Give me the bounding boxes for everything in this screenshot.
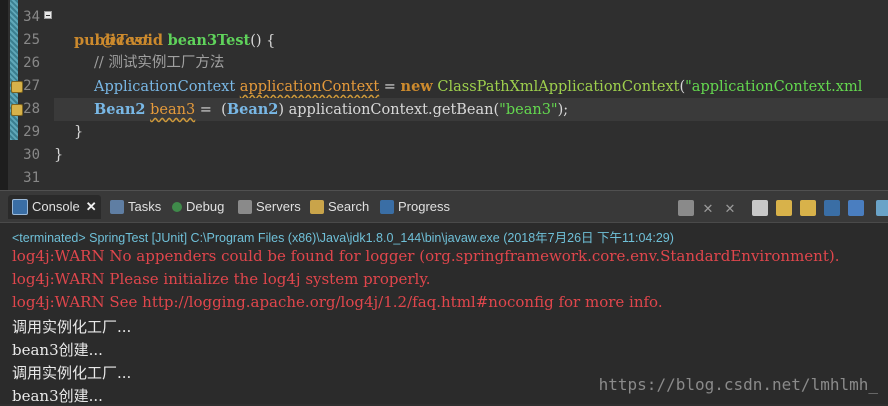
console-output[interactable]: <terminated> SpringTest [JUnit] C:\Progr…: [0, 222, 888, 405]
code-token: () {: [250, 33, 276, 49]
line-number: 34: [23, 9, 40, 25]
fold-collapse-icon[interactable]: [44, 11, 52, 19]
tasks-icon: [110, 200, 124, 214]
console-line: 调用实例化工厂...: [12, 318, 132, 336]
type-token: Bean2: [226, 101, 279, 118]
variable-token: applicationContext: [239, 79, 380, 95]
remove-all-terminated-icon[interactable]: ✕: [722, 200, 738, 216]
type-token: Bean2: [94, 101, 146, 118]
tab-label: Tasks: [128, 199, 162, 214]
tab-label: Search: [328, 199, 370, 214]
line-number: 26: [23, 55, 40, 71]
warning-marker-icon[interactable]: [11, 81, 23, 93]
string-token: "applicationContext.xml: [685, 79, 863, 95]
keyword-token: public: [74, 32, 125, 49]
code-token: = (: [195, 102, 227, 118]
line-number: 31: [23, 170, 40, 186]
open-console-icon[interactable]: [876, 200, 888, 216]
code-token: }: [54, 147, 64, 163]
clear-console-icon[interactable]: [752, 200, 768, 216]
warning-marker-icon[interactable]: [11, 104, 23, 116]
tab-servers[interactable]: Servers: [238, 197, 301, 217]
tab-label: Debug: [186, 199, 225, 214]
keyword-token: void: [129, 32, 164, 49]
watermark-text: https://blog.csdn.net/lmhlmh_: [598, 375, 878, 394]
bug-icon: [172, 202, 182, 212]
tab-label: Servers: [256, 199, 301, 214]
remove-launch-icon[interactable]: ✕: [700, 200, 716, 216]
code-line: @Test: [74, 6, 150, 49]
variable-token: bean3: [150, 102, 196, 118]
code-line: }: [54, 144, 63, 167]
progress-icon: [380, 200, 394, 214]
class-token: ClassPathXmlApplicationContext: [437, 79, 680, 95]
line-number: 30: [23, 147, 40, 163]
terminate-button-icon[interactable]: [678, 200, 694, 216]
line-number: 25: [23, 32, 40, 48]
code-line: }: [74, 121, 83, 144]
tab-console[interactable]: Console ✕: [8, 195, 101, 219]
display-selected-console-icon[interactable]: [848, 200, 864, 216]
tab-progress[interactable]: Progress: [380, 197, 450, 217]
servers-icon: [238, 200, 252, 214]
process-status-line: <terminated> SpringTest [JUnit] C:\Progr…: [12, 231, 674, 245]
keyword-token: new: [400, 78, 433, 95]
editor-left-border: [0, 0, 8, 190]
console-line: 调用实例化工厂...: [12, 364, 132, 382]
line-number: 29: [23, 124, 40, 140]
pin-console-icon[interactable]: [824, 200, 840, 216]
code-editor[interactable]: 34 25 26 27 28 29 30 31 @Test public voi…: [0, 0, 888, 190]
word-wrap-icon[interactable]: [800, 200, 816, 216]
code-line: // 测试实例工厂方法: [94, 52, 224, 75]
code-line: public void bean3Test() {: [74, 29, 275, 52]
code-token: ) applicationContext.getBean(: [278, 102, 500, 118]
close-icon[interactable]: ✕: [86, 195, 97, 219]
type-token: ApplicationContext: [94, 79, 236, 95]
line-number-ruler: 34 25 26 27 28 29 30 31: [18, 0, 42, 190]
code-token: }: [74, 124, 84, 140]
method-name-token: bean3Test: [167, 32, 251, 49]
comment-token: // 测试实例工厂方法: [94, 55, 225, 71]
console-line: bean3创建...: [12, 341, 103, 359]
console-line-warn: log4j:WARN Please initialize the log4j s…: [12, 270, 431, 288]
code-line: ApplicationContext applicationContext = …: [94, 75, 862, 98]
string-token: "bean3": [499, 102, 558, 118]
code-line-current: Bean2 bean3 = (Bean2) applicationContext…: [54, 98, 888, 121]
tab-search[interactable]: Search: [310, 197, 369, 217]
tab-debug[interactable]: Debug: [172, 197, 224, 217]
tab-label: Console: [32, 199, 80, 214]
console-line-warn: log4j:WARN See http://logging.apache.org…: [12, 293, 663, 311]
tab-label: Progress: [398, 199, 451, 214]
scroll-lock-icon[interactable]: [776, 200, 792, 216]
code-token: =: [379, 79, 401, 95]
console-line-warn: log4j:WARN No appenders could be found f…: [12, 247, 840, 265]
code-token: );: [557, 102, 569, 118]
view-tab-bar: Console ✕ Tasks Debug Servers Search Pro…: [0, 190, 888, 223]
search-icon: [310, 200, 324, 214]
console-icon: [12, 199, 28, 215]
tab-tasks[interactable]: Tasks: [110, 197, 161, 217]
